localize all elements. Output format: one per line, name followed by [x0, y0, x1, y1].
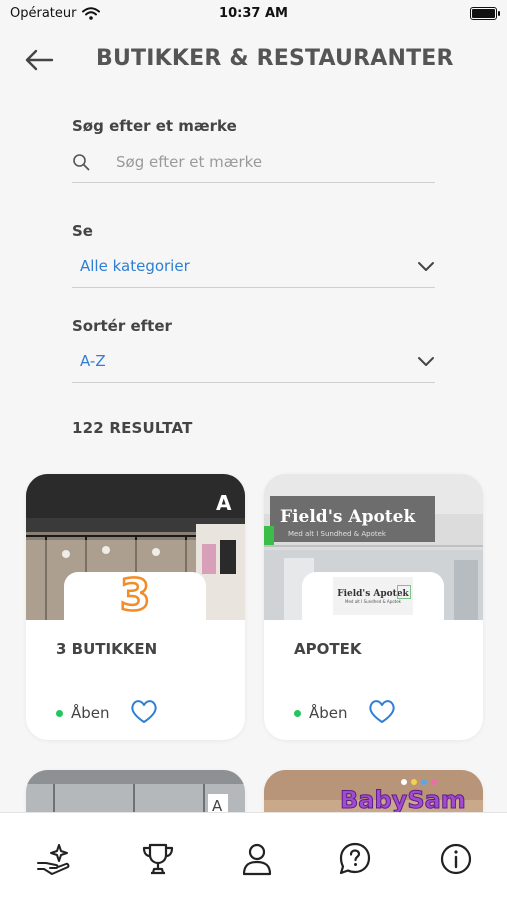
cross-icon — [397, 585, 411, 599]
store-sign-text: Field's Apotek — [280, 507, 416, 527]
store-card[interactable]: A 3 3 BUTIKKEN Åben — [26, 474, 245, 740]
tab-rewards[interactable] — [138, 839, 178, 879]
header: BUTIKKER & RESTAURANTER — [0, 40, 507, 80]
category-value: Alle kategorier — [80, 257, 190, 275]
battery-icon — [470, 7, 500, 20]
tab-offers[interactable] — [34, 839, 74, 879]
chevron-down-icon — [418, 262, 434, 271]
tab-bar — [0, 812, 507, 900]
search-field: Søg efter et mærke — [72, 117, 435, 183]
search-label: Søg efter et mærke — [72, 117, 237, 135]
category-label: Se — [72, 222, 93, 240]
three-logo-text: 3 — [118, 570, 151, 621]
page-title: BUTIKKER & RESTAURANTER — [96, 46, 454, 71]
arrow-left-icon — [25, 49, 54, 71]
search-icon — [73, 154, 90, 171]
store-card[interactable]: Field's Apotek Med alt I Sundhed & Apote… — [264, 474, 483, 740]
status-text: Åben — [309, 704, 348, 722]
category-field: Se Alle kategorier — [72, 222, 435, 288]
sort-select[interactable]: A-Z — [72, 343, 435, 383]
info-icon — [440, 843, 472, 875]
store-sign-text: BabySam — [340, 786, 466, 814]
apotek-logo: Field's Apotek Med alt I Sundhed & Apote… — [333, 577, 413, 615]
chevron-down-icon — [418, 357, 434, 366]
open-status: Åben — [294, 704, 348, 722]
search-row — [72, 143, 435, 183]
clock: 10:37 AM — [219, 6, 288, 21]
results-count: 122 RESULTAT — [72, 419, 193, 437]
apotek-logo-subtext: Med alt I Sundhed & Apotek — [345, 598, 401, 604]
heart-icon[interactable] — [129, 697, 159, 725]
status-dot — [56, 709, 63, 717]
status-dot — [294, 709, 301, 717]
store-sign-text: A — [216, 491, 232, 515]
store-name: APOTEK — [294, 640, 362, 658]
status-text: Åben — [71, 704, 110, 722]
tab-info[interactable] — [436, 839, 476, 879]
question-icon — [339, 842, 371, 875]
heart-icon[interactable] — [367, 697, 397, 725]
store-name: 3 BUTIKKEN — [56, 640, 158, 658]
sort-field: Sortér efter A-Z — [72, 317, 435, 383]
store-sign-subtext: Med alt I Sundhed & Apotek — [288, 530, 387, 538]
store-logo: Field's Apotek Med alt I Sundhed & Apote… — [302, 572, 444, 620]
tab-help[interactable] — [335, 839, 375, 879]
person-icon — [242, 843, 272, 876]
tab-profile[interactable] — [237, 839, 277, 879]
screen: Opérateur 10:37 AM BUTIKKER & RESTAURANT… — [0, 0, 507, 900]
sort-label: Sortér efter — [72, 317, 172, 335]
trophy-icon — [142, 843, 174, 875]
open-status: Åben — [56, 704, 110, 722]
store-logo: 3 — [64, 572, 206, 620]
search-input[interactable] — [116, 149, 416, 175]
hand-sparkle-icon — [37, 844, 70, 875]
sort-value: A-Z — [80, 352, 106, 370]
back-button[interactable] — [22, 46, 56, 74]
category-select[interactable]: Alle kategorier — [72, 248, 435, 288]
status-bar: Opérateur 10:37 AM — [0, 0, 507, 30]
